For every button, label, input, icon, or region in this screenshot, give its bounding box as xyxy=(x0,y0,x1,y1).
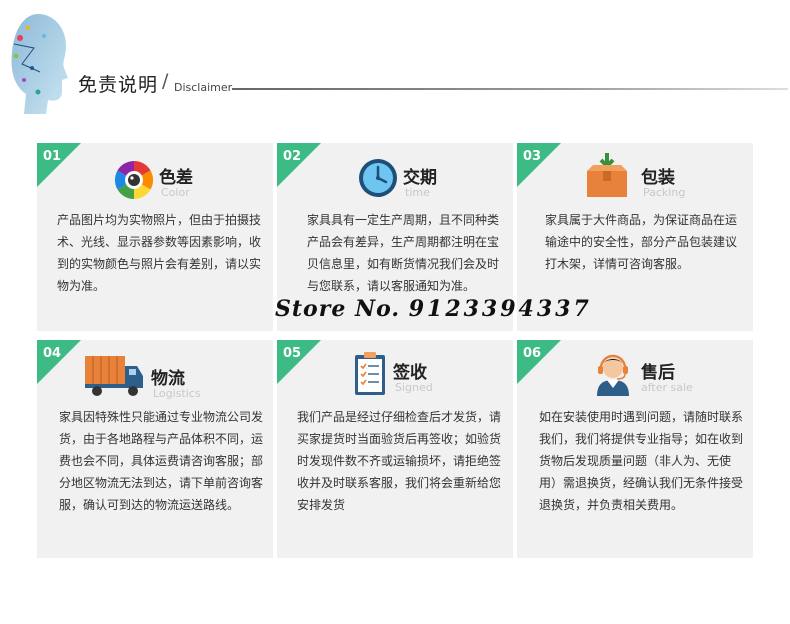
clock-icon xyxy=(359,159,397,197)
title-slash: / xyxy=(162,70,169,92)
card-body: 家具属于大件商品，为保证商品在运输途中的安全性，部分产品包装建议打木架，详情可咨… xyxy=(545,213,738,271)
color-wheel-icon xyxy=(114,160,154,200)
card-subtitle: Packing xyxy=(643,186,686,199)
truck-icon xyxy=(85,356,143,396)
card-body: 家具因特殊性只能通过专业物流公司发货，由于各地路程与产品体积不同，运费也会不同，… xyxy=(59,410,264,512)
card-number: 06 xyxy=(523,346,542,361)
card-color: 01 色差 Color 产品图片均为实物照片，但由于拍摄技术、光线、显示器参数等… xyxy=(37,143,273,331)
card-title: 售后 xyxy=(641,363,675,383)
card-body: 如在安装使用时遇到问题，请随时联系我们，我们将提供专业指导；如在收到货物后发现质… xyxy=(539,410,744,512)
card-subtitle: Signed xyxy=(395,381,433,394)
header-divider xyxy=(232,88,788,90)
card-body: 家具具有一定生产周期，且不同种类产品会有差异，生产周期都注明在宝贝信息里，如有断… xyxy=(307,213,500,293)
decorative-head-art xyxy=(11,14,69,114)
card-title: 交期 xyxy=(403,168,437,188)
card-title: 物流 xyxy=(151,369,185,389)
clipboard-icon xyxy=(355,352,385,395)
card-subtitle: Color xyxy=(161,186,190,199)
page-subtitle: Disclaimer xyxy=(174,81,233,94)
card-body: 产品图片均为实物照片，但由于拍摄技术、光线、显示器参数等因素影响，收到的实物颜色… xyxy=(57,213,262,293)
watermark-label: Store No. xyxy=(275,296,401,322)
card-number: 05 xyxy=(283,346,302,361)
watermark-number: 9123394337 xyxy=(408,296,592,322)
card-number: 04 xyxy=(43,346,62,361)
card-signed: 05 签收 Signed 我们产品是经过仔细检查后才发货，请买家提货时当面验货后… xyxy=(277,340,513,558)
package-box-icon xyxy=(587,153,627,197)
card-subtitle: after sale xyxy=(641,381,693,394)
card-title: 色差 xyxy=(159,168,193,188)
card-subtitle: time xyxy=(405,186,430,199)
card-title: 包装 xyxy=(641,168,675,188)
card-subtitle: Logistics xyxy=(153,387,201,400)
card-body: 我们产品是经过仔细检查后才发货，请买家提货时当面验货后再签收；如验货时发现件数不… xyxy=(297,410,502,512)
card-number: 01 xyxy=(43,149,62,164)
card-number: 03 xyxy=(523,149,542,164)
card-title: 签收 xyxy=(393,363,427,383)
card-after-sale: 06 售后 after sale 如在安装使用时遇到问题，请随时联系我们，我们将… xyxy=(517,340,753,558)
page-title: 免责说明 xyxy=(78,74,159,96)
store-number-watermark: Store No. 9123394337 xyxy=(275,296,592,322)
card-number: 02 xyxy=(283,149,302,164)
customer-service-icon xyxy=(597,354,629,396)
card-logistics: 04 物流 Logistics 家具因特殊性只能通过专业物流公司发货，由于各地路… xyxy=(37,340,273,558)
